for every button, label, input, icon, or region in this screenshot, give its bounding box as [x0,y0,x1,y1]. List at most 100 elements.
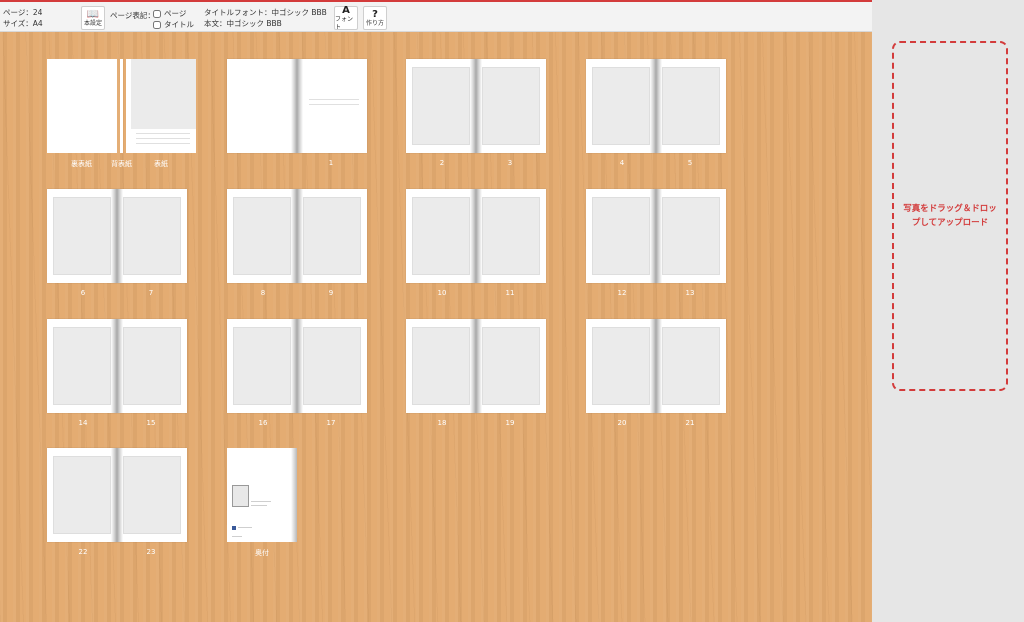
spread-gutter [291,59,303,153]
photo-dropzone[interactable]: 写真をドラッグ＆ドロップしてアップロード [892,41,1008,391]
back-cover-label: 裏表紙 [71,160,92,168]
book-settings-button[interactable]: 📖 本設定 [81,6,105,30]
photo-slot[interactable] [123,197,181,275]
spread-gutter [650,189,662,283]
text-line [251,501,271,502]
spread-gutter [650,319,662,413]
spread[interactable]: 10 11 [406,189,546,297]
page-checkbox-row[interactable]: ページ [153,8,194,19]
page-edge [291,448,297,542]
page-notation-options: ページ タイトル [153,8,194,30]
title-line [309,104,359,105]
font-button[interactable]: A フォント [334,5,358,31]
photo-slot[interactable] [123,327,181,405]
photo-slot[interactable] [482,197,540,275]
photo-slot[interactable] [592,327,650,405]
page-number-right: 3 [507,159,513,167]
spread[interactable]: 14 15 [47,319,187,427]
photo-slot[interactable] [233,327,291,405]
spread-gutter [111,319,123,413]
title-checkbox[interactable] [153,20,161,29]
page-number-left: 4 [619,159,625,167]
spread[interactable]: 6 7 [47,189,187,297]
upload-sidebar: 写真をドラッグ＆ドロップしてアップロード [872,0,1024,622]
colophon-page[interactable]: 奥付 [227,448,297,557]
photo-slot[interactable] [662,197,720,275]
book-icon: 📖 [86,8,100,20]
spread[interactable]: 4 5 [586,59,726,167]
page-number-right: 17 [326,419,336,427]
photo-slot[interactable] [412,327,470,405]
page-number-left: 20 [617,419,627,427]
spread-gutter [650,59,662,153]
howto-button[interactable]: ? 作り方 [363,6,387,30]
cover-text-line [136,133,190,134]
book-info: ページ：24 サイズ：A4 [3,7,43,29]
spread-gutter [291,189,303,283]
photo-slot[interactable] [53,456,111,534]
spread-gutter [470,59,482,153]
photo-slot[interactable] [482,67,540,145]
title-line [309,99,359,100]
page-number-right: 11 [505,289,515,297]
photo-slot[interactable] [482,327,540,405]
photo-slot[interactable] [233,197,291,275]
page-count: ページ：24 [3,8,43,17]
cover-text-line [136,143,190,144]
page-number-left: 22 [78,548,88,556]
page-number-left: 12 [617,289,627,297]
front-cover-page[interactable] [126,59,196,153]
page-number-left: 8 [260,289,266,297]
photo-slot[interactable] [303,327,361,405]
spread[interactable]: 16 17 [227,319,367,427]
photo-slot[interactable] [53,197,111,275]
page-checkbox[interactable] [153,9,161,18]
spread[interactable]: 2 3 [406,59,546,167]
spread[interactable]: 22 23 [47,448,187,556]
page-number-left: 16 [258,419,268,427]
page-number-left: 14 [78,419,88,427]
dropzone-text: 写真をドラッグ＆ドロップしてアップロード [903,204,997,228]
help-icon: ? [372,8,378,20]
page-number-right: 19 [505,419,515,427]
photo-slot[interactable] [53,327,111,405]
title-checkbox-row[interactable]: タイトル [153,19,194,30]
spread[interactable]: 8 9 [227,189,367,297]
colophon-label: 奥付 [255,549,269,557]
spread-gutter [111,448,123,542]
page-number-right: 5 [687,159,693,167]
page-notation-label: ページ表記： [110,11,155,20]
back-cover-page[interactable] [47,59,117,153]
page-number-left: 6 [80,289,86,297]
photo-slot[interactable] [662,327,720,405]
page-number-right: 15 [146,419,156,427]
cover-spread[interactable]: 裏表紙 背表紙 表紙 [47,59,196,168]
photo-slot[interactable] [123,456,181,534]
spread-gutter [470,319,482,413]
photo-slot[interactable] [303,197,361,275]
spread-gutter [470,189,482,283]
front-cover-photo-slot[interactable] [131,59,196,129]
spread[interactable]: 20 21 [586,319,726,427]
photo-slot[interactable] [592,197,650,275]
toolbar: ページ：24 サイズ：A4 📖 本設定 ページ表記： ページ タイトル タイトル… [0,0,872,32]
photo-slot[interactable] [592,67,650,145]
spread[interactable]: 18 19 [406,319,546,427]
photo-slot[interactable] [412,67,470,145]
photo-slot[interactable] [412,197,470,275]
page-number-right: 9 [328,289,334,297]
page-number-left: 18 [437,419,447,427]
front-cover-label: 表紙 [154,160,168,168]
page-number-right: 7 [148,289,154,297]
spread[interactable]: 1 [227,59,367,167]
cover-text-line [136,138,190,139]
title-font-info: タイトルフォント：中ゴシック BBB [204,8,327,17]
page-number-left: 2 [439,159,445,167]
page-number-right: 21 [685,419,695,427]
body-font-info: 本文：中ゴシック BBB [204,19,282,28]
spread-gutter [291,319,303,413]
photo-slot[interactable] [662,67,720,145]
spread[interactable]: 12 13 [586,189,726,297]
colophon-photo-slot[interactable] [232,485,249,507]
spine-strip [120,59,123,153]
